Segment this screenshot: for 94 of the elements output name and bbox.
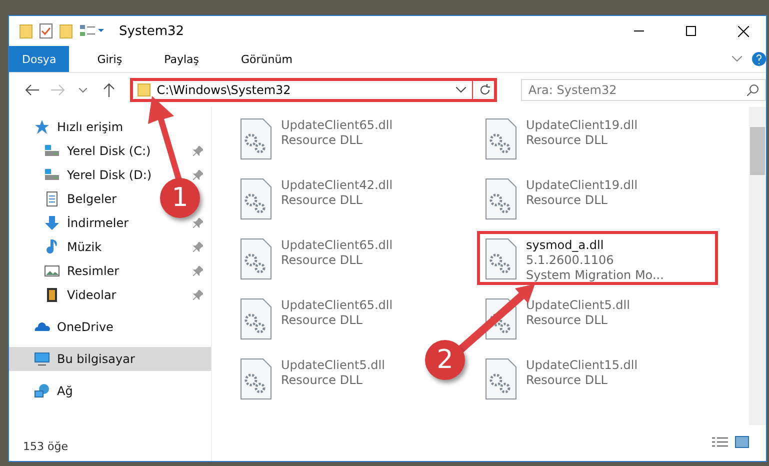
sidebar-item[interactable]: Yerel Disk (D:) [67,168,152,182]
sidebar-item[interactable]: İndirmeler [67,216,129,230]
address-bar[interactable]: C:\Windows\System32 [130,78,498,102]
monitor-icon [34,351,50,367]
star-icon [34,119,50,135]
file-item[interactable]: sysmod_a.dll 5.1.2600.1106 System Migration Mo... [477,231,718,285]
music-note-icon [44,239,60,255]
drive-icon [44,143,60,159]
file-detail: System Migration Mo... [526,268,664,283]
film-icon [44,287,60,303]
document-icon [44,191,60,207]
file-detail: Resource DLL [526,133,608,148]
file-item[interactable]: UpdateClient42.dll Resource DLL [232,171,400,225]
file-detail: Resource DLL [281,133,364,148]
pin-icon[interactable] [193,146,203,156]
settings-file-icon [484,358,518,400]
settings-file-icon [484,238,518,280]
folder-icon[interactable] [19,23,33,39]
file-name: UpdateClient65.dll [281,238,393,253]
sidebar-item[interactable]: OneDrive [57,320,114,334]
pin-icon[interactable] [193,218,203,228]
file-detail: Resource DLL [526,373,608,388]
help-icon[interactable] [752,52,766,66]
network-icon [34,383,50,399]
sidebar-item[interactable]: Hızlı erişim [57,120,124,134]
file-name: UpdateClient5.dll [281,358,385,373]
settings-file-icon [239,298,273,340]
file-item[interactable]: UpdateClient19.dll Resource DLL [477,111,645,165]
ribbon-tab[interactable]: Giriş [83,46,136,72]
pin-icon[interactable] [193,290,203,300]
sidebar-item[interactable]: Bu bilgisayar [9,347,211,371]
scrollbar-thumb[interactable] [750,127,765,175]
ribbon-tab[interactable]: Paylaş [150,46,213,72]
download-icon [44,215,60,231]
settings-file-icon [484,118,518,160]
search-box[interactable]: Ara: System32 [521,79,766,101]
scrollbar[interactable] [749,107,766,425]
item-count: 153 öğe [23,440,68,453]
chevron-down-icon[interactable] [456,87,466,93]
file-detail: Resource DLL [526,313,608,328]
sidebar-item[interactable]: Müzik [67,240,102,254]
file-item[interactable]: UpdateClient19.dll Resource DLL [477,171,645,225]
settings-file-icon [239,118,273,160]
up-arrow-icon[interactable] [102,83,115,97]
file-name: UpdateClient65.dll [281,298,393,313]
back-arrow-icon[interactable] [24,84,39,96]
close-icon[interactable] [738,26,748,36]
file-detail: Resource DLL [281,373,364,388]
address-path: C:\Windows\System32 [156,83,291,97]
sidebar-item[interactable]: Resimler [67,264,120,278]
file-name: UpdateClient19.dll [526,118,638,133]
image-icon [44,263,60,279]
pin-icon[interactable] [193,266,203,276]
sidebar-item[interactable]: Yerel Disk (C:) [67,144,151,158]
file-name: UpdateClient65.dll [281,118,393,133]
large-icons-view-icon[interactable] [735,436,749,448]
file-detail: Resource DLL [526,193,608,208]
chevron-down-icon[interactable] [79,88,88,92]
details-view-icon[interactable] [712,436,728,448]
sidebar-item[interactable]: Belgeler [67,192,117,206]
drive-icon [44,167,60,183]
pin-icon[interactable] [193,170,203,180]
settings-file-icon [484,178,518,220]
window-title: System32 [119,24,184,38]
file-name: UpdateClient5.dll [526,298,630,313]
search-icon [746,84,759,96]
file-item[interactable]: UpdateClient65.dll Resource DLL [232,231,400,285]
file-item[interactable]: UpdateClient15.dll Resource DLL [477,351,645,405]
ribbon-tab[interactable]: Dosya [9,46,70,72]
file-detail: 5.1.2600.1106 [526,253,615,268]
file-detail: Resource DLL [281,313,364,328]
settings-file-icon [239,358,273,400]
file-item[interactable]: UpdateClient5.dll Resource DLL [232,351,392,405]
folder-icon [136,83,151,97]
sidebar-item[interactable]: Ağ [57,384,73,398]
maximize-icon[interactable] [686,26,696,36]
minimize-icon[interactable] [634,30,644,32]
ribbon-tab[interactable]: Görünüm [227,46,306,72]
file-name: sysmod_a.dll [526,238,605,253]
file-item[interactable]: UpdateClient65.dll Resource DLL [232,291,400,345]
view-options-icon[interactable] [79,23,105,39]
folder-icon[interactable] [59,23,73,39]
file-item[interactable]: UpdateClient65.dll Resource DLL [232,111,400,165]
settings-file-icon [239,238,273,280]
file-name: UpdateClient19.dll [526,178,638,193]
file-name: UpdateClient42.dll [281,178,393,193]
checklist-icon[interactable] [39,23,53,39]
file-detail: Resource DLL [281,193,364,208]
sidebar-item[interactable]: Videolar [67,288,116,302]
pin-icon[interactable] [193,242,203,252]
settings-file-icon [239,178,273,220]
forward-arrow-icon[interactable] [50,84,64,96]
file-detail: Resource DLL [281,253,364,268]
file-name: UpdateClient15.dll [526,358,638,373]
